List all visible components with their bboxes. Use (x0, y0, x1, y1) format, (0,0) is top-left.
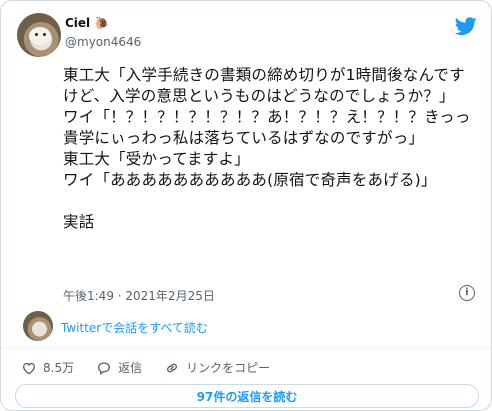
author-name-row[interactable]: Ciel 🐌 (65, 16, 109, 30)
info-icon[interactable]: i (459, 285, 475, 301)
action-bar: 8.5万 返信 リンクをコピー (21, 359, 292, 376)
link-icon (167, 363, 178, 372)
read-replies-label: 97件の返信を読む (196, 389, 298, 404)
copy-link-button[interactable]: リンクをコピー (164, 359, 270, 376)
tweet-card: Ciel 🐌 @myon4646 東工大「入学手続きの書類の締め切りが1時間後な… (0, 0, 492, 411)
reply-icon (98, 361, 111, 375)
tweet-timestamp[interactable]: 午後1:49 · 2021年2月25日 (63, 287, 215, 304)
avatar-eye-left (35, 33, 38, 36)
like-count: 8.5万 (43, 361, 75, 375)
avatar-eye-right (43, 33, 46, 36)
copy-link-label: リンクをコピー (186, 361, 271, 375)
author-handle[interactable]: @myon4646 (65, 35, 141, 49)
heart-icon (22, 362, 36, 374)
snail-emoji-icon: 🐌 (94, 16, 110, 30)
author-name[interactable]: Ciel (65, 16, 90, 30)
reply-button[interactable]: 返信 (96, 359, 142, 376)
tweet-text: 東工大「入学手続きの書類の締め切りが1時間後なんですけど、入学の意思というものは… (63, 66, 471, 231)
reply-label: 返信 (118, 361, 143, 375)
read-replies-button[interactable]: 97件の返信を読む (15, 384, 479, 408)
author-avatar[interactable] (17, 13, 61, 57)
actions-divider (1, 347, 491, 348)
read-conversation-link[interactable]: Twitterで会話をすべて読む (61, 319, 208, 336)
like-button[interactable]: 8.5万 (21, 359, 74, 376)
twitter-bird-icon[interactable] (455, 15, 477, 37)
avatar-hamster-shape (29, 27, 51, 45)
thread-avatar[interactable] (23, 311, 53, 341)
